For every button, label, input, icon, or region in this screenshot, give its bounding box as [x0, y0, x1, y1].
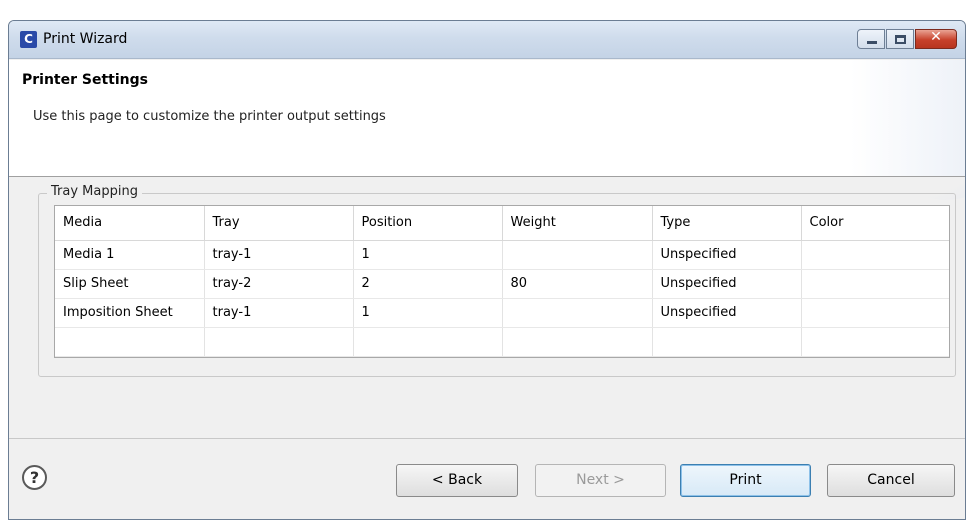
print-button[interactable]: Print: [680, 464, 811, 497]
table-header-row: Media Tray Position Weight Type Color: [55, 206, 949, 241]
app-icon: C: [20, 31, 37, 48]
back-button[interactable]: < Back: [396, 464, 518, 497]
cell-color[interactable]: [801, 327, 949, 357]
cell-type[interactable]: [652, 327, 802, 357]
cell-position[interactable]: 2: [353, 269, 503, 299]
page-description: Use this page to customize the printer o…: [33, 109, 386, 124]
cell-position[interactable]: 1: [353, 240, 503, 270]
minimize-icon: [867, 41, 877, 44]
cell-tray[interactable]: tray-1: [204, 240, 354, 270]
cell-media[interactable]: Slip Sheet: [55, 269, 205, 299]
cell-tray[interactable]: tray-2: [204, 269, 354, 299]
page-title: Printer Settings: [22, 72, 148, 88]
table-row[interactable]: Imposition Sheet tray-1 1 Unspecified: [55, 298, 949, 328]
table-row[interactable]: Media 1 tray-1 1 Unspecified: [55, 240, 949, 270]
tray-mapping-table[interactable]: Media Tray Position Weight Type Color Me…: [54, 205, 950, 358]
cell-color[interactable]: [801, 240, 949, 270]
cell-type[interactable]: Unspecified: [652, 240, 802, 270]
cell-weight[interactable]: 80: [502, 269, 653, 299]
tray-mapping-group: Tray Mapping Media Tray Position Weight …: [38, 184, 956, 377]
column-header-media[interactable]: Media: [55, 206, 205, 241]
column-header-tray[interactable]: Tray: [204, 206, 354, 241]
cell-tray[interactable]: [204, 327, 354, 357]
tray-mapping-label: Tray Mapping: [47, 184, 142, 199]
cell-tray[interactable]: tray-1: [204, 298, 354, 328]
cell-weight[interactable]: [502, 298, 653, 328]
cell-media[interactable]: Imposition Sheet: [55, 298, 205, 328]
cell-type[interactable]: Unspecified: [652, 298, 802, 328]
wizard-header: Printer Settings Use this page to custom…: [9, 21, 965, 200]
window-title: Print Wizard: [43, 31, 128, 47]
column-header-weight[interactable]: Weight: [502, 206, 653, 241]
cell-color[interactable]: [801, 269, 949, 299]
footer-divider: [9, 438, 965, 439]
title-bar[interactable]: C Print Wizard ✕: [9, 21, 965, 59]
cell-position[interactable]: [353, 327, 503, 357]
column-header-position[interactable]: Position: [353, 206, 503, 241]
cell-color[interactable]: [801, 298, 949, 328]
minimize-button[interactable]: [857, 29, 885, 49]
cell-media[interactable]: [55, 327, 205, 357]
table-row[interactable]: Slip Sheet tray-2 2 80 Unspecified: [55, 269, 949, 299]
cell-media[interactable]: Media 1: [55, 240, 205, 270]
cell-position[interactable]: 1: [353, 298, 503, 328]
cell-type[interactable]: Unspecified: [652, 269, 802, 299]
next-button[interactable]: Next >: [535, 464, 666, 497]
column-header-type[interactable]: Type: [652, 206, 802, 241]
cell-weight[interactable]: [502, 327, 653, 357]
cancel-button[interactable]: Cancel: [827, 464, 955, 497]
help-icon[interactable]: ?: [22, 465, 47, 490]
print-wizard-window: C Print Wizard ✕ Printer Settings Use th…: [8, 20, 966, 520]
table-row[interactable]: [55, 327, 949, 357]
cell-weight[interactable]: [502, 240, 653, 270]
column-header-color[interactable]: Color: [801, 206, 949, 241]
